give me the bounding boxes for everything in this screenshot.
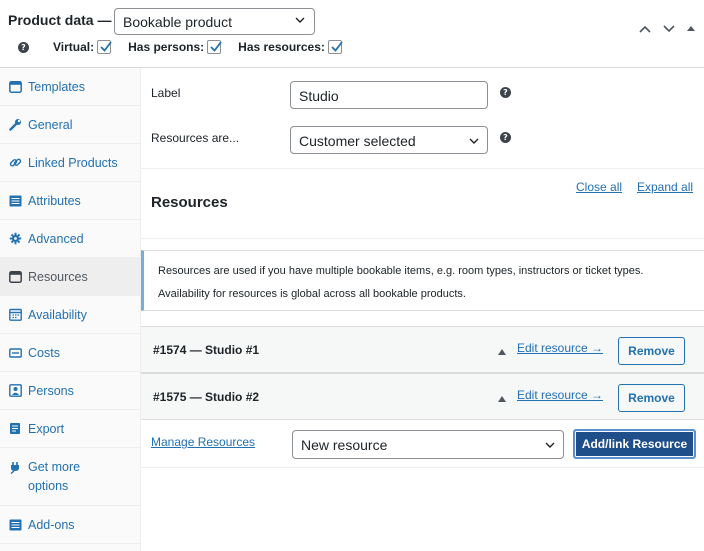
remove-resource-button[interactable]: Remove: [618, 384, 685, 412]
notice-line-1: Resources are used if you have multiple …: [158, 265, 644, 277]
new-resource-value: New resource: [301, 437, 388, 453]
virtual-option[interactable]: Virtual:: [53, 40, 112, 54]
close-all-link[interactable]: Close all: [576, 180, 622, 194]
tab-label: Templates: [28, 79, 85, 94]
chevron-down-icon[interactable]: [662, 24, 676, 34]
chevron-down-icon: [469, 138, 479, 144]
resource-row[interactable]: #1575 — Studio #2 Edit resource → Remove: [141, 373, 704, 420]
tab-add-ons[interactable]: Add-ons: [0, 506, 140, 544]
product-data-tabs: Templates General Linked Products Attrib…: [0, 68, 141, 551]
tab-label: Persons: [28, 383, 74, 398]
tab-templates[interactable]: Templates: [0, 68, 140, 106]
tab-label: Attributes: [28, 193, 81, 208]
has-resources-option[interactable]: Has resources:: [238, 40, 343, 54]
collapse-triangle-icon[interactable]: [686, 24, 696, 34]
new-resource-select[interactable]: New resource: [292, 430, 564, 459]
tab-attributes[interactable]: Attributes: [0, 182, 140, 220]
collapse-triangle-icon[interactable]: [498, 396, 506, 402]
resource-name: #1575 — Studio #2: [153, 390, 260, 404]
expand-all-link[interactable]: Expand all: [637, 180, 693, 194]
product-type-value: Bookable product: [123, 14, 232, 30]
chevron-down-icon: [295, 17, 305, 23]
product-data-header: Product data — Bookable product ? Virtua…: [0, 0, 704, 68]
resources-are-value: Customer selected: [299, 133, 416, 149]
tab-label: Availability: [28, 307, 87, 322]
virtual-label: Virtual:: [53, 40, 95, 54]
notice-line-2: Availability for resources is global acr…: [158, 288, 466, 300]
has-persons-option[interactable]: Has persons:: [128, 40, 222, 54]
calendar-icon: [8, 308, 22, 322]
divider: [141, 238, 704, 239]
product-type-select[interactable]: Bookable product: [114, 8, 315, 35]
tab-label: Linked Products: [28, 155, 118, 170]
tab-label: Costs: [28, 345, 60, 360]
label-field-label: Label: [151, 86, 181, 100]
tab-advanced[interactable]: Advanced: [0, 220, 140, 258]
divider: [141, 168, 704, 169]
tab-costs[interactable]: Costs: [0, 334, 140, 372]
chevron-up-icon[interactable]: [638, 24, 652, 34]
tab-persons[interactable]: Persons: [0, 372, 140, 410]
collapse-triangle-icon[interactable]: [498, 349, 506, 355]
tab-general[interactable]: General: [0, 106, 140, 144]
tab-linked-products[interactable]: Linked Products: [0, 144, 140, 182]
tab-label: Get more options: [28, 460, 81, 493]
remove-resource-button[interactable]: Remove: [618, 337, 685, 365]
product-options: ? Virtual: Has persons: Has resources:: [18, 38, 343, 56]
tab-label: Advanced: [28, 231, 84, 246]
resource-name: #1574 — Studio #1: [153, 343, 260, 357]
resources-section-title: Resources: [151, 194, 228, 211]
resource-row[interactable]: #1574 — Studio #1 Edit resource → Remove: [141, 326, 704, 373]
tab-label: Add-ons: [28, 517, 75, 532]
has-persons-label: Has persons:: [128, 40, 205, 54]
chevron-down-icon: [545, 442, 555, 448]
help-icon[interactable]: ?: [18, 41, 29, 53]
list-icon: [8, 518, 22, 532]
has-persons-checkbox[interactable]: [207, 40, 222, 54]
money-icon: [8, 346, 22, 360]
edit-resource-link[interactable]: Edit resource →: [517, 341, 603, 355]
gear-icon: [8, 232, 22, 246]
window-icon: [8, 270, 22, 284]
add-link-resource-button[interactable]: Add/link Resource: [573, 429, 696, 459]
has-resources-label: Has resources:: [238, 40, 325, 54]
resources-info-notice: Resources are used if you have multiple …: [141, 250, 704, 311]
tab-availability[interactable]: Availability: [0, 296, 140, 334]
panel-controls: [638, 24, 696, 34]
link-icon: [8, 156, 22, 170]
resources-are-label: Resources are...: [151, 131, 240, 145]
help-icon[interactable]: ?: [500, 87, 511, 98]
manage-resources-link[interactable]: Manage Resources: [151, 435, 255, 449]
wrench-icon: [8, 118, 22, 132]
divider: [141, 467, 704, 468]
export-icon: [8, 422, 22, 436]
resources-are-select[interactable]: Customer selected: [290, 126, 488, 154]
has-resources-checkbox[interactable]: [327, 40, 343, 54]
tab-export[interactable]: Export: [0, 410, 140, 448]
plugin-icon: [8, 460, 22, 474]
tab-resources[interactable]: Resources: [0, 258, 140, 296]
label-input-value: Studio: [299, 88, 339, 104]
label-input[interactable]: Studio: [290, 81, 488, 109]
tab-label: General: [28, 117, 73, 132]
tab-label: Resources: [28, 269, 88, 284]
tab-get-more-options[interactable]: Get more options: [0, 448, 140, 506]
virtual-checkbox[interactable]: [97, 40, 112, 54]
tab-label: Export: [28, 421, 65, 436]
help-icon[interactable]: ?: [500, 132, 511, 143]
edit-resource-link[interactable]: Edit resource →: [517, 388, 603, 402]
window-icon: [8, 80, 22, 94]
product-data-title: Product data —: [8, 12, 112, 28]
list-icon: [8, 194, 22, 208]
resources-panel: Label Studio ? Resources are... Customer…: [141, 68, 704, 551]
person-icon: [8, 384, 22, 398]
